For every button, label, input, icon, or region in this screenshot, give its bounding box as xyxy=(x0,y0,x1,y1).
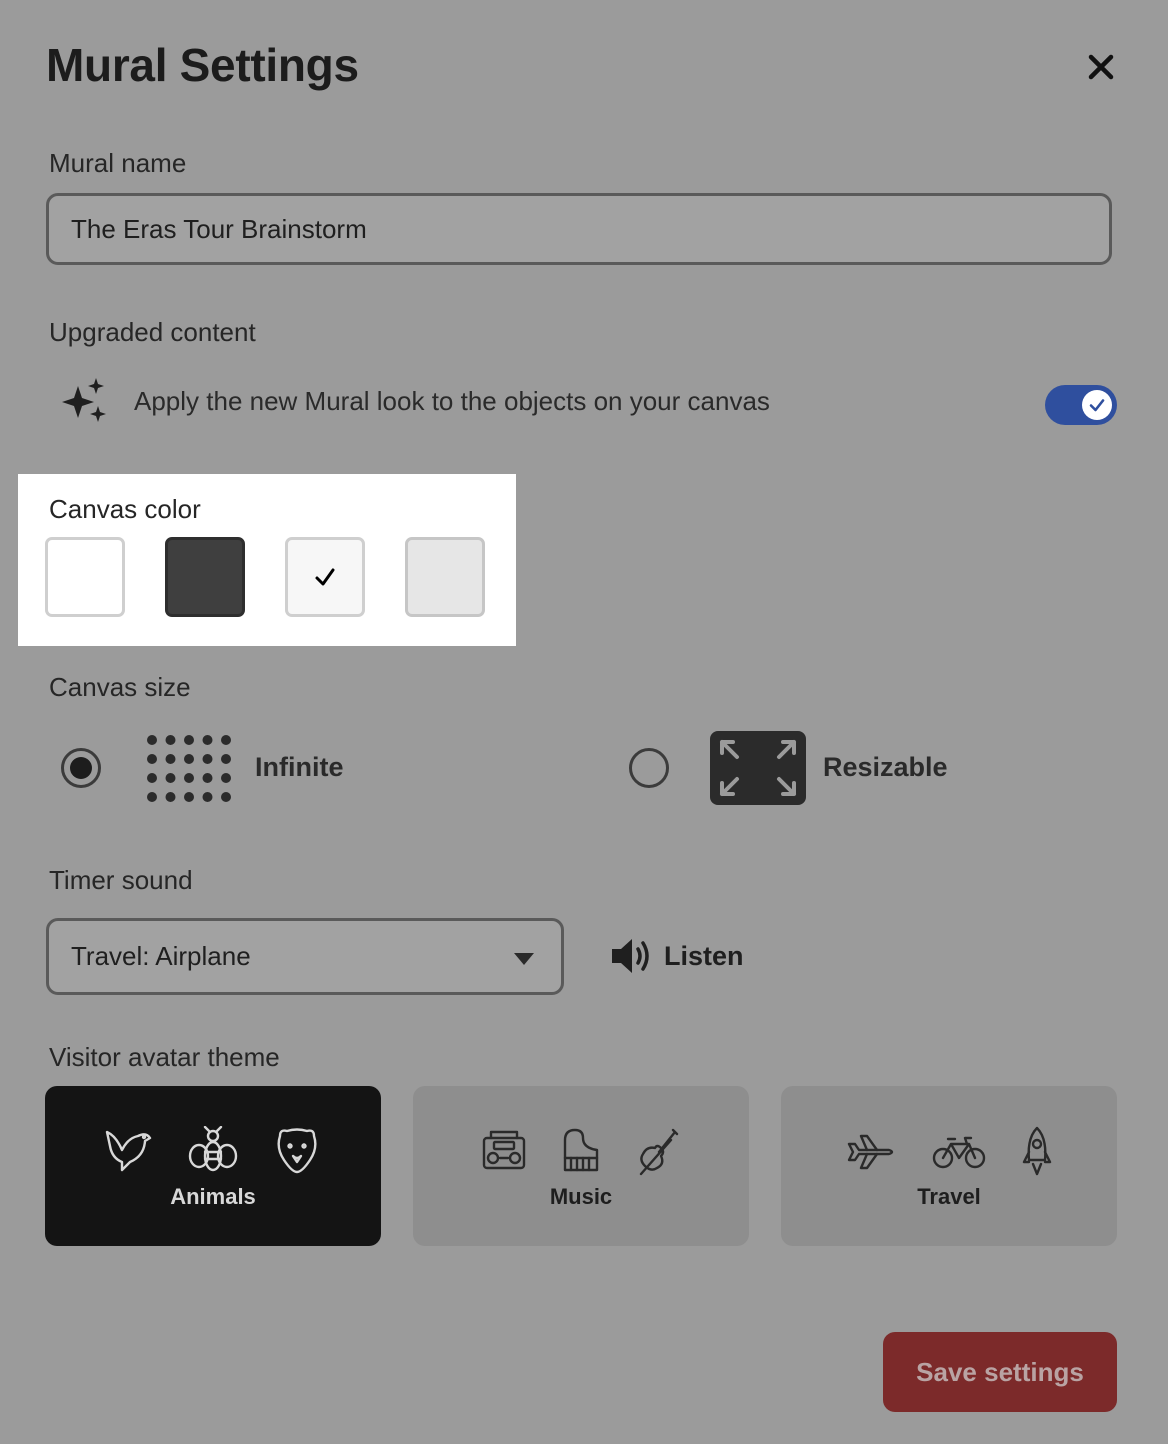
rocket-icon xyxy=(1022,1126,1052,1176)
close-icon xyxy=(1088,54,1114,80)
mural-name-input[interactable]: The Eras Tour Brainstorm xyxy=(46,193,1112,265)
upgraded-content-toggle[interactable] xyxy=(1045,385,1117,425)
save-settings-button[interactable]: Save settings xyxy=(883,1332,1117,1412)
mural-name-label: Mural name xyxy=(49,148,187,178)
piano-icon xyxy=(563,1128,599,1172)
bear-icon xyxy=(277,1128,317,1174)
expand-arrows-icon xyxy=(710,731,806,810)
bee-icon xyxy=(188,1126,238,1172)
canvas-size-resizable-label[interactable]: Resizable xyxy=(823,752,948,783)
toggle-knob xyxy=(1082,390,1112,420)
bird-icon xyxy=(105,1130,152,1172)
sparkles-icon xyxy=(60,376,112,429)
speaker-icon xyxy=(612,939,649,973)
boombox-icon xyxy=(482,1130,526,1170)
airplane-icon xyxy=(847,1134,894,1170)
canvas-size-label: Canvas size xyxy=(49,672,191,702)
mural-name-value: The Eras Tour Brainstorm xyxy=(71,213,367,244)
check-icon xyxy=(1089,399,1105,412)
dot-grid-icon xyxy=(146,734,236,809)
theme-card-travel[interactable]: Travel xyxy=(781,1086,1117,1246)
timer-sound-value: Travel: Airplane xyxy=(71,941,251,971)
checkmark-icon xyxy=(315,568,335,586)
canvas-size-infinite-radio[interactable] xyxy=(61,748,101,788)
theme-card-animals[interactable]: Animals xyxy=(45,1086,381,1246)
canvas-color-swatch-dark[interactable] xyxy=(165,537,245,617)
radio-selected-dot xyxy=(70,757,92,779)
dialog-title: Mural Settings xyxy=(46,39,359,91)
canvas-color-swatch-lightgray[interactable] xyxy=(405,537,485,617)
listen-button[interactable]: Listen xyxy=(610,936,744,976)
theme-card-music[interactable]: Music xyxy=(413,1086,749,1246)
close-button[interactable] xyxy=(1080,46,1122,88)
timer-sound-label: Timer sound xyxy=(49,865,193,895)
theme-label-animals: Animals xyxy=(170,1184,256,1209)
canvas-color-swatch-white[interactable] xyxy=(45,537,125,617)
avatar-theme-label: Visitor avatar theme xyxy=(49,1042,280,1072)
chevron-down-icon xyxy=(514,953,534,965)
bicycle-icon xyxy=(932,1136,986,1169)
upgraded-content-label: Upgraded content xyxy=(49,317,256,347)
canvas-size-infinite-label[interactable]: Infinite xyxy=(255,752,344,783)
listen-label: Listen xyxy=(664,940,744,971)
canvas-color-label: Canvas color xyxy=(49,494,201,524)
violin-icon xyxy=(639,1128,679,1176)
canvas-color-swatch-offwhite[interactable] xyxy=(285,537,365,617)
theme-label-music: Music xyxy=(549,1184,613,1209)
canvas-size-resizable-radio[interactable] xyxy=(629,748,669,788)
timer-sound-select[interactable]: Travel: Airplane xyxy=(46,918,564,995)
upgraded-content-description: Apply the new Mural look to the objects … xyxy=(134,386,770,416)
theme-label-travel: Travel xyxy=(917,1184,981,1209)
